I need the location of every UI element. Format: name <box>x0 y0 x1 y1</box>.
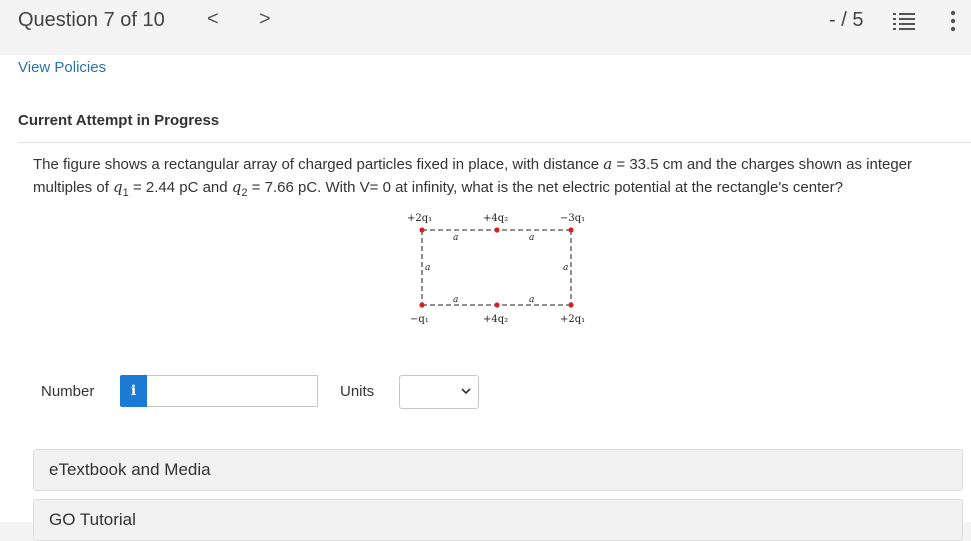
more-options-icon[interactable] <box>947 10 959 32</box>
question-list-icon[interactable] <box>893 11 915 31</box>
charge-array-figure: +2q₁ +4q₂ −3q₁ −q₁ +4q₂ +2q₁ a a a a a a <box>407 213 585 325</box>
panel-label: GO Tutorial <box>49 510 136 529</box>
go-tutorial-panel[interactable]: GO Tutorial <box>33 499 963 541</box>
distance-label: a <box>563 263 568 273</box>
score-display: - / 5 <box>829 9 864 31</box>
charge-dot <box>568 302 574 308</box>
question-content: View Policies Current Attempt in Progres… <box>0 55 971 541</box>
charge-dot <box>419 302 425 308</box>
previous-question-button[interactable]: < <box>207 8 219 31</box>
distance-label: a <box>529 295 534 305</box>
label-top-right: −3q₁ <box>560 213 585 224</box>
charge-dot <box>494 302 500 308</box>
answer-number-input[interactable] <box>147 375 318 407</box>
charge-dot <box>568 227 574 233</box>
panel-label: eTextbook and Media <box>49 460 211 479</box>
next-question-button[interactable]: > <box>259 8 271 31</box>
question-counter: Question 7 of 10 <box>18 9 165 31</box>
distance-label: a <box>529 233 534 243</box>
distance-label: a <box>453 295 458 305</box>
question-header: Question 7 of 10 < > - / 5 <box>0 0 971 42</box>
chevron-down-icon <box>461 388 471 395</box>
number-label: Number <box>41 383 95 400</box>
distance-label: a <box>453 233 458 243</box>
label-top-mid: +4q₂ <box>483 213 508 224</box>
charge-dot <box>419 227 425 233</box>
distance-label: a <box>425 263 430 273</box>
info-button[interactable]: i <box>120 375 147 407</box>
label-top-left: +2q₁ <box>407 213 432 224</box>
view-policies-link[interactable]: View Policies <box>18 59 106 76</box>
question-text: The figure shows a rectangular array of … <box>33 155 913 199</box>
attempt-status: Current Attempt in Progress <box>18 112 220 129</box>
etextbook-media-panel[interactable]: eTextbook and Media <box>33 449 963 491</box>
units-label: Units <box>340 383 375 400</box>
label-bottom-right: +2q₁ <box>560 314 585 325</box>
section-divider <box>18 142 971 143</box>
charge-dot <box>494 227 500 233</box>
label-bottom-left: −q₁ <box>410 314 429 325</box>
units-dropdown[interactable] <box>399 375 479 409</box>
label-bottom-mid: +4q₂ <box>483 314 508 325</box>
